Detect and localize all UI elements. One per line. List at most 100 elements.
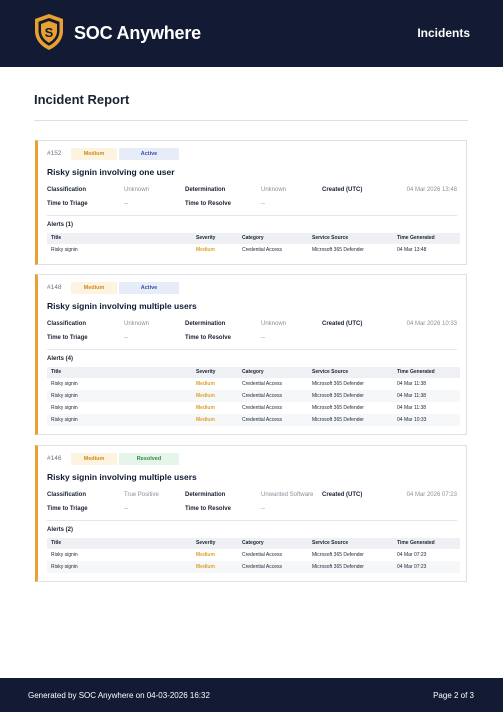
report-header: S SOC Anywhere Incidents	[0, 0, 503, 67]
alert-row: Risky signin Medium Credential Access Micro…	[47, 402, 460, 414]
alert-severity: Medium	[196, 405, 215, 411]
alert-source: Microsoft 365 Defender	[308, 390, 393, 402]
alert-source: Microsoft 365 Defender	[312, 247, 364, 253]
col-time-generated: Time Generated	[393, 233, 460, 244]
determination-value: Unwanted Software	[261, 492, 314, 498]
alert-category: Credential Access	[238, 561, 308, 573]
alert-title: Risky signin	[51, 381, 78, 387]
created-value: 04 Mar 2026 10:33	[406, 321, 457, 327]
col-title: Title	[47, 538, 192, 549]
col-severity: Severity	[192, 538, 238, 549]
created-label: Created (UTC)	[322, 492, 363, 498]
alert-source: Microsoft 365 Defender	[312, 552, 364, 558]
incident-id: #148	[47, 284, 62, 291]
col-severity: Severity	[192, 367, 238, 378]
alert-time: 04 Mar 11:38	[397, 381, 427, 387]
alert-time: 04 Mar 13:48	[397, 247, 427, 253]
severity-badge: Medium	[71, 453, 117, 465]
col-service-source: Service Source	[308, 538, 393, 549]
title-divider	[34, 120, 468, 121]
alerts-label: Alerts (1)	[47, 222, 74, 228]
col-title: Title	[47, 367, 192, 378]
col-category: Category	[238, 538, 308, 549]
alert-category: Credential Access	[242, 247, 283, 253]
alert-row: Risky signin Medium Credential Access Micro…	[47, 378, 460, 390]
alert-title: Risky signin	[51, 552, 78, 558]
alert-title: Risky signin	[47, 390, 192, 402]
incident-title: Risky signin involving one user	[47, 167, 175, 177]
col-severity: Severity	[192, 233, 238, 244]
col-service-source: Service Source	[308, 367, 393, 378]
time-to-resolve-label: Time to Resolve	[185, 201, 231, 207]
classification-value: Unknown	[124, 321, 150, 327]
alert-row: Risky signin Medium Credential Access Micro…	[47, 244, 460, 256]
logo-letter: S	[45, 25, 54, 40]
col-time-generated: Time Generated	[393, 538, 460, 549]
alert-title: Risky signin	[47, 561, 192, 573]
alert-source: Microsoft 365 Defender	[312, 381, 364, 387]
alert-source: Microsoft 365 Defender	[312, 405, 364, 411]
alert-severity: Medium	[192, 561, 238, 573]
incident-title: Risky signin involving multiple users	[47, 472, 197, 482]
alert-severity: Medium	[196, 247, 215, 253]
alert-time: 04 Mar 11:38	[393, 390, 460, 402]
determination-label: Determination	[185, 321, 226, 327]
alert-category: Credential Access	[242, 381, 283, 387]
incident-card: #148 Medium Active Risky signin involving m…	[35, 274, 467, 435]
created-value: 04 Mar 2026 13:48	[406, 187, 457, 193]
alerts-table-header: Title Severity Category Service Source Time …	[47, 538, 460, 549]
alert-time: 04 Mar 10:33	[393, 414, 460, 426]
incident-id: #146	[47, 455, 62, 462]
severity-badge: Medium	[71, 282, 117, 294]
classification-label: Classification	[47, 321, 87, 327]
alert-row: Risky signin Medium Credential Access Micro…	[47, 414, 460, 426]
alerts-table: Title Severity Category Service Source Time …	[47, 538, 460, 573]
alerts-table: Title Severity Category Service Source Time …	[47, 367, 460, 426]
alert-row: Risky signin Medium Credential Access Micro…	[47, 549, 460, 561]
time-to-resolve-label: Time to Resolve	[185, 506, 231, 512]
alerts-label: Alerts (4)	[47, 356, 74, 362]
time-to-triage-value: --	[124, 506, 128, 512]
alert-source: Microsoft 365 Defender	[308, 414, 393, 426]
col-service-source: Service Source	[308, 233, 393, 244]
alert-severity: Medium	[196, 552, 215, 558]
created-label: Created (UTC)	[322, 321, 363, 327]
app-name: SOC Anywhere	[74, 23, 201, 43]
incidents-nav-link[interactable]: Incidents	[417, 26, 470, 40]
time-to-triage-label: Time to Triage	[47, 201, 88, 207]
alert-time: 04 Mar 07:23	[397, 552, 427, 558]
alert-time: 04 Mar 11:38	[397, 405, 427, 411]
classification-value: True Positive	[124, 492, 159, 498]
alert-severity: Medium	[192, 414, 238, 426]
incident-card: #152 Medium Active Risky signin involving o…	[35, 140, 467, 265]
classification-label: Classification	[47, 492, 87, 498]
classification-label: Classification	[47, 187, 87, 193]
alert-title: Risky signin	[51, 247, 78, 253]
alert-source: Microsoft 365 Defender	[308, 561, 393, 573]
determination-value: Unknown	[261, 321, 287, 327]
card-divider	[47, 349, 457, 350]
alert-category: Credential Access	[238, 390, 308, 402]
alerts-table: Title Severity Category Service Source Time …	[47, 233, 460, 256]
time-to-resolve-label: Time to Resolve	[185, 335, 231, 341]
time-to-triage-label: Time to Triage	[47, 335, 88, 341]
determination-label: Determination	[185, 492, 226, 498]
classification-value: Unknown	[124, 187, 150, 193]
page-number: Page 2 of 3	[433, 691, 474, 700]
created-value: 04 Mar 2026 07:23	[406, 492, 457, 498]
alert-category: Credential Access	[242, 405, 283, 411]
col-category: Category	[238, 233, 308, 244]
col-title: Title	[47, 233, 192, 244]
generated-note: Generated by SOC Anywhere on 04-03-2026 …	[28, 691, 210, 700]
alert-category: Credential Access	[242, 552, 283, 558]
alert-time: 04 Mar 07:23	[393, 561, 460, 573]
alert-title: Risky signin	[51, 405, 78, 411]
time-to-resolve-value: --	[261, 201, 265, 207]
alert-category: Credential Access	[238, 414, 308, 426]
card-divider	[47, 215, 457, 216]
status-badge: Active	[119, 148, 179, 160]
time-to-resolve-value: --	[261, 335, 265, 341]
determination-value: Unknown	[261, 187, 287, 193]
shield-logo-icon: S	[35, 14, 63, 50]
alert-title: Risky signin	[47, 414, 192, 426]
